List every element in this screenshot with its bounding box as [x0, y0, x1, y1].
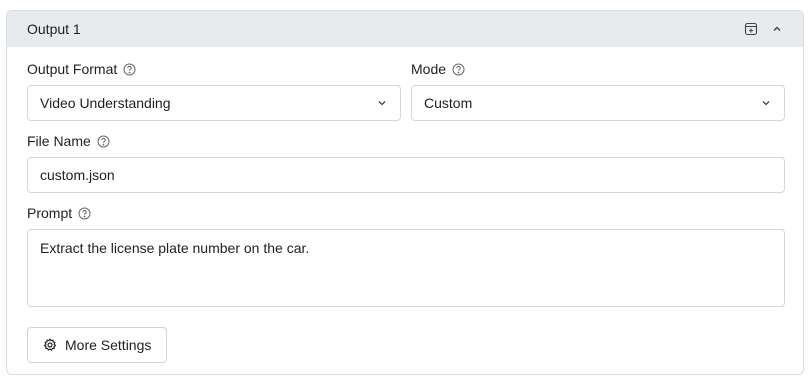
more-settings-label: More Settings	[65, 337, 152, 353]
prompt-value: Extract the license plate number on the …	[40, 240, 310, 256]
chevron-up-icon[interactable]	[769, 21, 785, 37]
output-panel: Output 1 Output Format Video Understandi…	[6, 10, 804, 375]
file-name-label-row: File Name	[27, 133, 110, 149]
chevron-down-icon	[760, 97, 772, 109]
mode-select[interactable]: Custom	[411, 85, 785, 121]
help-icon[interactable]	[452, 63, 465, 76]
header-actions	[743, 21, 785, 37]
prompt-label-row: Prompt	[27, 205, 91, 221]
mode-label-row: Mode	[411, 61, 465, 77]
output-format-label-row: Output Format	[27, 61, 136, 77]
help-icon[interactable]	[97, 135, 110, 148]
more-settings-button[interactable]: More Settings	[27, 327, 168, 363]
panel-header[interactable]: Output 1	[7, 11, 803, 47]
file-name-input[interactable]: custom.json	[27, 157, 785, 193]
prompt-label: Prompt	[27, 205, 73, 221]
file-name-value: custom.json	[40, 167, 115, 183]
chevron-down-icon	[376, 97, 388, 109]
help-icon[interactable]	[78, 207, 91, 220]
output-format-value: Video Understanding	[40, 95, 171, 111]
prompt-textarea[interactable]: Extract the license plate number on the …	[27, 229, 785, 307]
help-icon[interactable]	[123, 63, 136, 76]
output-format-label: Output Format	[27, 61, 118, 77]
output-format-select[interactable]: Video Understanding	[27, 85, 401, 121]
archive-add-icon[interactable]	[743, 21, 759, 37]
mode-label: Mode	[411, 61, 447, 77]
file-name-label: File Name	[27, 133, 91, 149]
mode-value: Custom	[424, 95, 473, 111]
panel-title: Output 1	[27, 21, 81, 37]
gear-icon	[43, 338, 57, 352]
